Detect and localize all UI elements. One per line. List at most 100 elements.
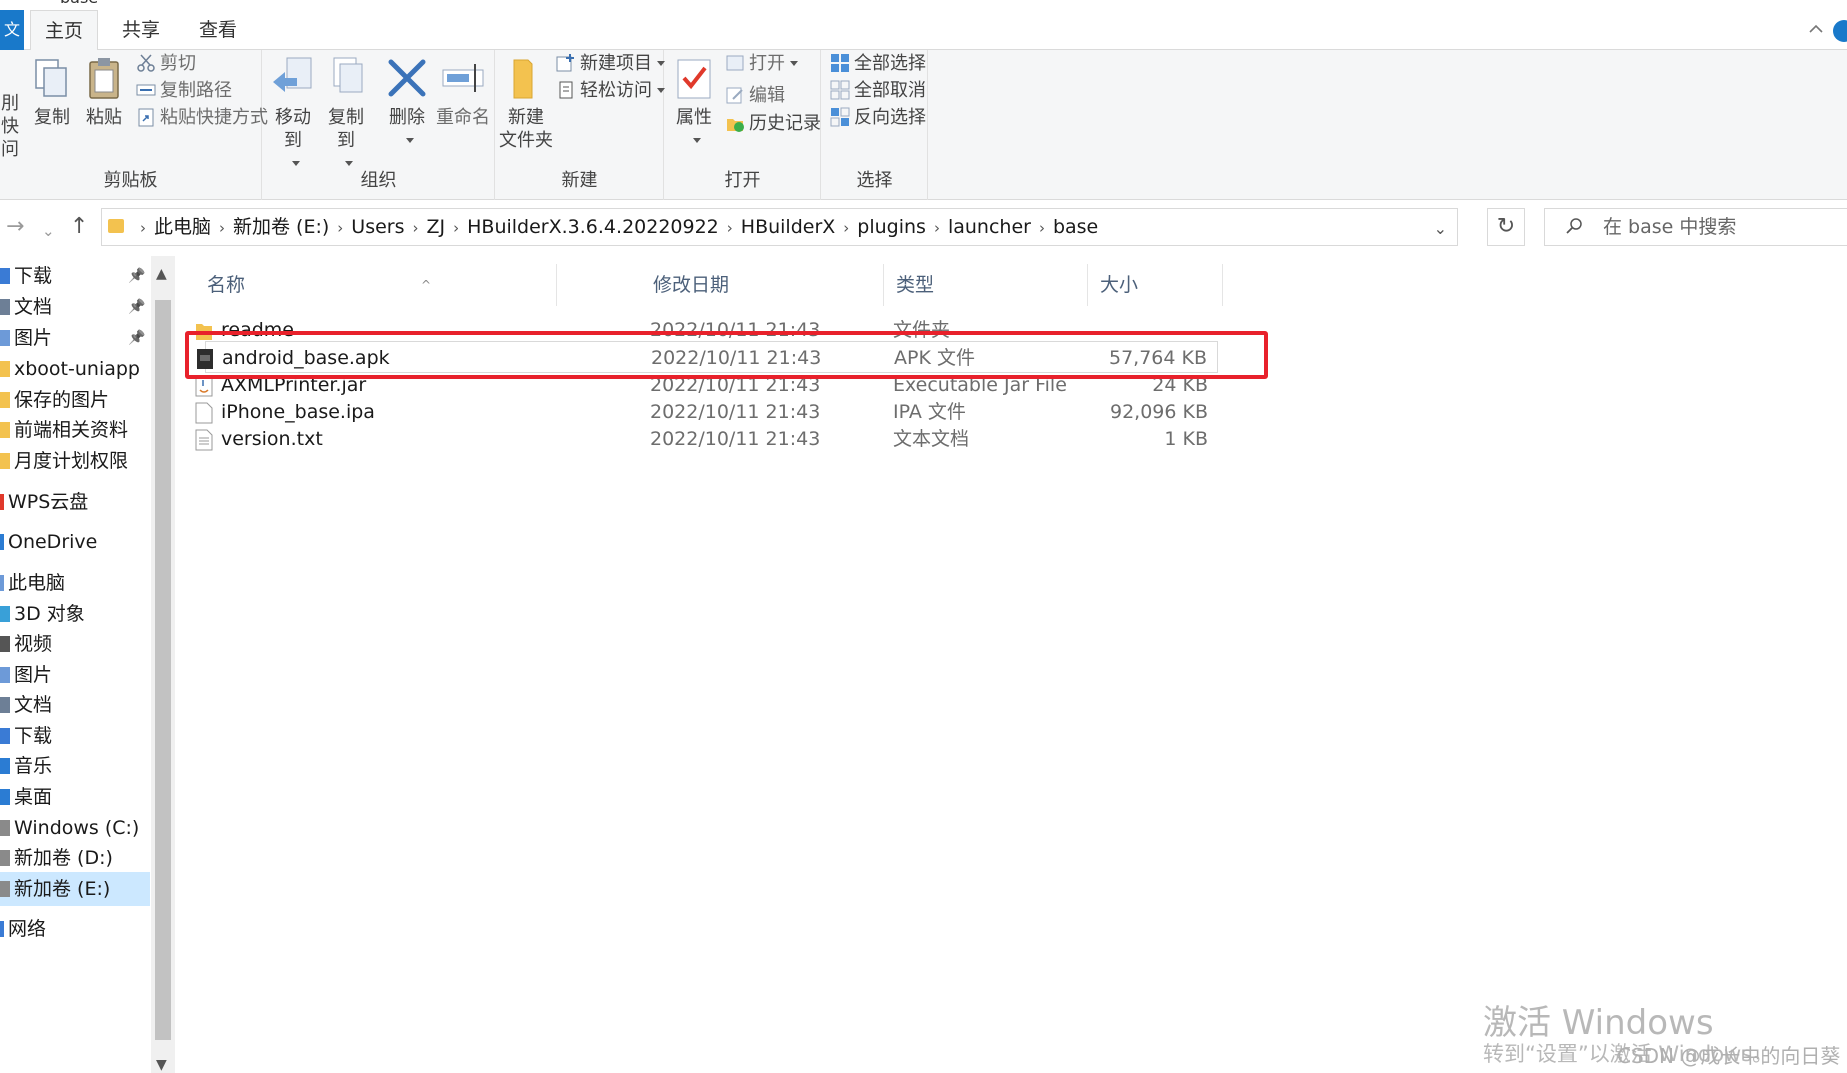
pin-icon[interactable]: 📌	[128, 321, 145, 355]
breadcrumb-item[interactable]: 新加卷 (E:)	[233, 216, 329, 238]
nav-item[interactable]: 保存的图片	[0, 383, 150, 417]
nav-item-label: 视频	[14, 633, 53, 655]
breadcrumb-item[interactable]: ZJ	[427, 216, 446, 238]
column-header-type[interactable]: 类型	[884, 264, 1088, 306]
group-label-clipboard: 剪贴板	[103, 170, 158, 191]
nav-item[interactable]: 新加卷 (D:)	[0, 841, 150, 875]
breadcrumb-item[interactable]: HBuilderX.3.6.4.20220922	[467, 216, 719, 238]
address-bar[interactable]: › 此电脑 › 新加卷 (E:) › Users › ZJ › HBuilderX.3.6.4.2…	[101, 208, 1458, 246]
breadcrumb-separator-icon[interactable]: ›	[453, 219, 459, 237]
nav-item[interactable]: 前端相关资料	[0, 413, 150, 447]
open-button[interactable]: 打开	[725, 50, 798, 78]
forward-arrow-icon[interactable]: →	[6, 216, 24, 238]
scroll-down-arrow-icon[interactable]: ▼	[156, 1057, 167, 1073]
nav-item[interactable]: xboot-uniapp	[0, 352, 150, 386]
breadcrumb-separator-icon[interactable]: ›	[843, 219, 849, 237]
copy-path-button[interactable]: 复制路径	[136, 77, 232, 105]
nav-item-label: 音乐	[14, 755, 53, 777]
breadcrumb-separator-icon[interactable]: ›	[219, 219, 225, 237]
help-icon[interactable]	[1833, 20, 1847, 42]
pin-icon[interactable]: 📌	[128, 290, 145, 324]
breadcrumb-item[interactable]: plugins	[857, 216, 926, 238]
paste-label: 粘贴	[86, 107, 122, 128]
nav-item[interactable]: 图片 📌	[0, 321, 150, 355]
breadcrumb-separator-icon[interactable]: ›	[1039, 219, 1045, 237]
copy-to-button[interactable]: 复制到	[320, 56, 372, 175]
address-dropdown-chevron-icon[interactable]: ⌄	[1434, 219, 1447, 238]
column-header-name[interactable]: 名称 ^	[195, 264, 557, 306]
search-input[interactable]	[1603, 213, 1843, 241]
nav-item[interactable]: 文档	[0, 688, 150, 722]
nav-item-icon	[0, 820, 10, 836]
breadcrumb-item[interactable]: HBuilderX	[741, 216, 836, 238]
breadcrumb-item[interactable]: launcher	[948, 216, 1031, 238]
history-button[interactable]: 历史记录	[725, 110, 821, 138]
nav-item-icon	[0, 534, 4, 550]
chevron-up-icon[interactable]	[1809, 22, 1823, 36]
copy-icon	[35, 59, 67, 97]
pin-quick-access-button[interactable]: 刖快 问	[0, 92, 24, 161]
nav-item-label: 此电脑	[8, 572, 66, 594]
nav-item[interactable]: 3D 对象	[0, 597, 150, 631]
history-label: 历史记录	[749, 113, 821, 134]
scroll-up-arrow-icon[interactable]: ▲	[156, 266, 167, 282]
nav-item-icon	[0, 330, 10, 346]
group-label-new: 新建	[561, 170, 598, 191]
breadcrumb-separator-icon[interactable]: ›	[727, 219, 733, 237]
nav-item[interactable]: Windows (C:)	[0, 811, 150, 845]
invert-selection-button[interactable]: 反向选择	[830, 104, 926, 132]
copy-button[interactable]: 复制	[28, 56, 76, 129]
up-arrow-icon[interactable]: ↑	[70, 216, 88, 238]
nav-item[interactable]: WPS云盘	[0, 485, 150, 519]
breadcrumb-item[interactable]: base	[1053, 216, 1098, 238]
nav-item[interactable]: OneDrive	[0, 525, 150, 559]
column-header-date[interactable]: 修改日期	[641, 264, 884, 306]
nav-item[interactable]: 下载 📌	[0, 259, 150, 293]
nav-item[interactable]: 视频	[0, 627, 150, 661]
nav-item[interactable]: 此电脑	[0, 566, 150, 600]
file-row[interactable]: version.txt 2022/10/11 21:43 文本文档 1 KB	[195, 423, 1218, 455]
breadcrumb-item[interactable]: Users	[351, 216, 404, 238]
tab-view[interactable]: 查看	[185, 10, 251, 50]
rename-button[interactable]: 重命名	[435, 56, 491, 129]
scrollbar-thumb[interactable]	[155, 300, 171, 1040]
nav-item[interactable]: 月度计划权限	[0, 444, 150, 478]
recent-locations-chevron-icon[interactable]: ⌄	[42, 220, 55, 242]
breadcrumb-item[interactable]: 此电脑	[154, 216, 211, 238]
nav-item[interactable]: 音乐	[0, 749, 150, 783]
tab-share[interactable]: 共享	[108, 10, 174, 50]
nav-item[interactable]: 网络	[0, 912, 150, 946]
nav-scrollbar[interactable]: ▲ ▼	[151, 256, 175, 1073]
easy-access-icon	[559, 81, 573, 99]
new-item-button[interactable]: 新建项目	[556, 50, 665, 78]
title-bar: base	[0, 0, 1847, 7]
new-folder-button[interactable]: 新建 文件夹	[498, 56, 554, 152]
tab-file[interactable]: 文	[0, 10, 24, 50]
cut-button[interactable]: 剪切	[136, 50, 196, 78]
column-header-size[interactable]: 大小	[1088, 264, 1223, 306]
nav-item-label: 图片	[14, 327, 53, 349]
easy-access-button[interactable]: 轻松访问	[556, 77, 665, 105]
nav-item[interactable]: 下载	[0, 719, 150, 753]
nav-item[interactable]: 图片	[0, 658, 150, 692]
tab-home[interactable]: 主页	[30, 10, 99, 51]
properties-button[interactable]: 属性	[669, 56, 719, 152]
nav-item[interactable]: 新加卷 (E:)	[0, 872, 150, 906]
edit-button[interactable]: 编辑	[725, 82, 785, 110]
move-to-button[interactable]: 移动到	[267, 56, 319, 175]
select-none-button[interactable]: 全部取消	[830, 77, 926, 105]
nav-item[interactable]: 桌面	[0, 780, 150, 814]
search-icon	[1566, 218, 1582, 234]
nav-item[interactable]: 文档 📌	[0, 290, 150, 324]
breadcrumb-separator-icon[interactable]: ›	[140, 219, 146, 237]
breadcrumb-separator-icon[interactable]: ›	[413, 219, 419, 237]
file-size: 1 KB	[1164, 428, 1208, 450]
breadcrumb-separator-icon[interactable]: ›	[934, 219, 940, 237]
breadcrumb-separator-icon[interactable]: ›	[337, 219, 343, 237]
select-all-button[interactable]: 全部选择	[830, 50, 926, 78]
pin-icon[interactable]: 📌	[128, 259, 145, 293]
paste-button[interactable]: 粘贴	[80, 56, 128, 129]
delete-button[interactable]: 删除	[383, 56, 431, 152]
paste-shortcut-button[interactable]: 粘贴快捷方式	[136, 104, 268, 132]
refresh-button[interactable]: ↻	[1487, 208, 1525, 246]
